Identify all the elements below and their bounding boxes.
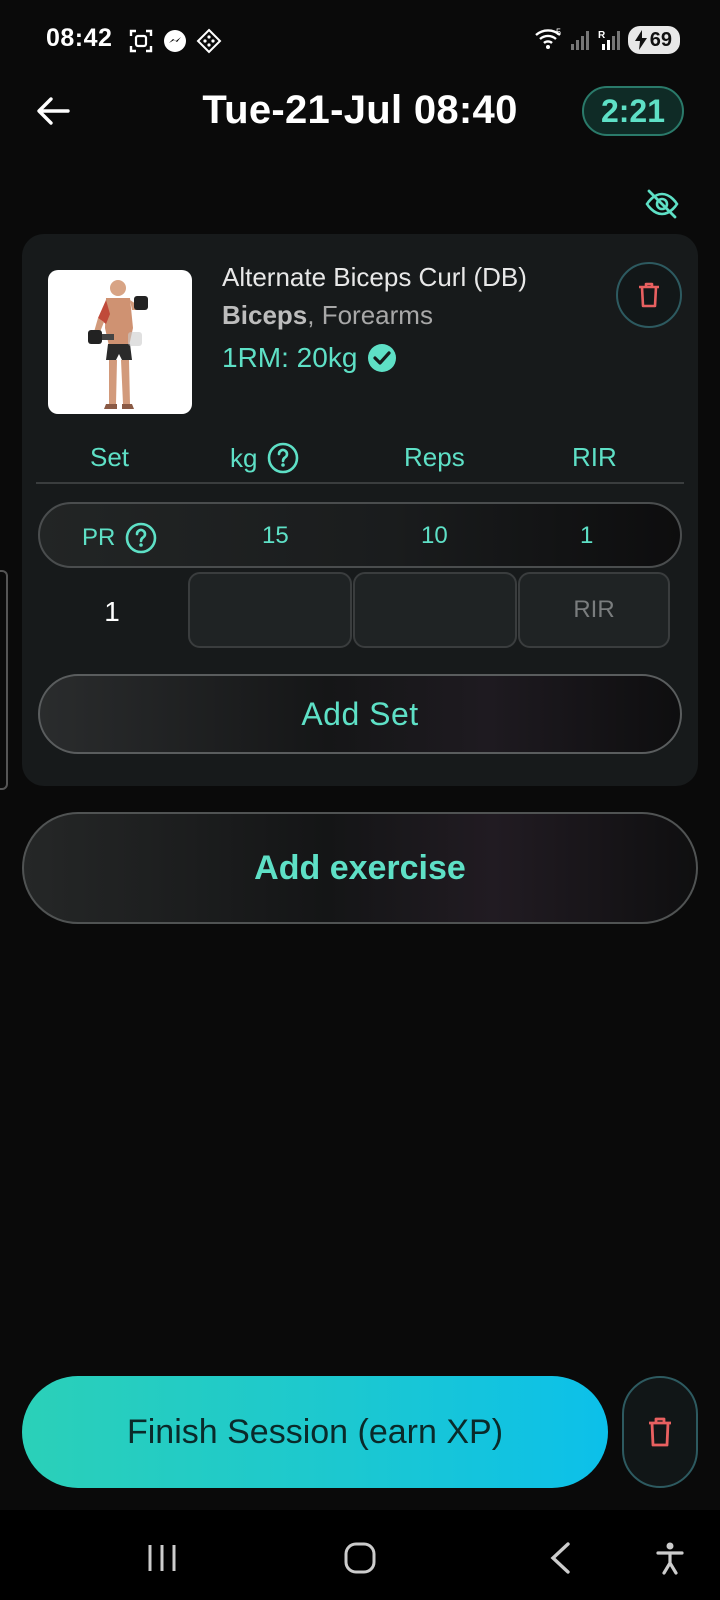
system-icons: 5 R 69 bbox=[534, 26, 680, 54]
home-button[interactable] bbox=[340, 1538, 380, 1578]
col-rir: RIR bbox=[572, 442, 617, 472]
rest-timer-badge[interactable]: 2:21 bbox=[582, 86, 684, 136]
signal-icon bbox=[570, 31, 589, 50]
wifi-icon: 5 bbox=[534, 27, 561, 49]
secondary-muscle: , Forearms bbox=[307, 300, 433, 330]
accessibility-icon bbox=[656, 1542, 684, 1575]
col-reps: Reps bbox=[404, 442, 465, 472]
delete-exercise-button[interactable] bbox=[616, 262, 682, 328]
chevron-left-icon bbox=[550, 1542, 570, 1574]
help-circle-icon[interactable] bbox=[267, 442, 299, 474]
kg-input[interactable] bbox=[188, 572, 352, 648]
add-set-button[interactable]: Add Set bbox=[38, 674, 682, 754]
reps-input[interactable] bbox=[353, 572, 517, 648]
set-table-header: Set kg Reps RIR bbox=[36, 432, 684, 484]
battery-indicator: 69 bbox=[627, 26, 680, 54]
recent-apps-button[interactable] bbox=[142, 1538, 182, 1578]
recents-icon bbox=[148, 1545, 176, 1571]
primary-muscle: Biceps bbox=[222, 300, 308, 330]
discard-session-button[interactable] bbox=[622, 1376, 698, 1488]
exercise-thumbnail[interactable] bbox=[48, 270, 192, 414]
one-rep-max-value: 1RM: 20kg bbox=[222, 342, 358, 373]
check-circle-icon bbox=[368, 344, 397, 372]
target-muscles: Biceps, Forearms bbox=[222, 300, 433, 331]
trash-icon bbox=[649, 1417, 671, 1447]
eye-off-icon bbox=[645, 189, 679, 219]
edge-panel-handle[interactable] bbox=[0, 570, 8, 790]
pr-kg: 15 bbox=[262, 522, 289, 549]
col-kg: kg bbox=[230, 442, 299, 474]
exercise-name[interactable]: Alternate Biceps Curl (DB) bbox=[222, 262, 527, 293]
screenshot-icon bbox=[129, 29, 153, 53]
col-kg-label: kg bbox=[230, 442, 258, 473]
battery-level: 69 bbox=[649, 28, 672, 51]
accessibility-button[interactable] bbox=[650, 1538, 690, 1578]
visibility-toggle[interactable] bbox=[644, 186, 680, 222]
trash-icon bbox=[639, 282, 659, 308]
status-bar: 08:42 5 R 69 bbox=[0, 0, 720, 80]
app-grid-icon bbox=[196, 28, 222, 54]
col-set: Set bbox=[90, 442, 130, 472]
session-header: Tue-21-Jul 08:40 2:21 bbox=[0, 80, 720, 144]
personal-record-row: PR 15 10 1 bbox=[38, 502, 682, 568]
exercise-card: Alternate Biceps Curl (DB) Biceps, Forea… bbox=[22, 234, 698, 786]
help-circle-icon[interactable] bbox=[125, 522, 157, 554]
pr-label: PR bbox=[82, 522, 157, 554]
system-navigation-bar bbox=[0, 1510, 720, 1600]
finish-session-button[interactable]: Finish Session (earn XP) bbox=[22, 1376, 608, 1488]
one-rep-max: 1RM: 20kg bbox=[222, 342, 397, 374]
status-time: 08:42 bbox=[46, 24, 113, 52]
home-icon bbox=[344, 1542, 376, 1574]
signal-roaming-icon: R bbox=[598, 30, 620, 50]
rir-input[interactable]: RIR bbox=[518, 572, 670, 648]
svg-text:R: R bbox=[598, 30, 606, 41]
add-exercise-button[interactable]: Add exercise bbox=[22, 812, 698, 924]
messenger-icon bbox=[164, 30, 186, 52]
svg-text:5: 5 bbox=[556, 27, 561, 37]
pr-label-text: PR bbox=[82, 524, 116, 551]
pr-rir: 1 bbox=[580, 522, 594, 549]
charging-bolt-icon bbox=[634, 30, 647, 50]
set-number: 1 bbox=[104, 596, 120, 627]
notification-icons bbox=[128, 28, 222, 54]
system-back-button[interactable] bbox=[540, 1538, 580, 1578]
pr-reps: 10 bbox=[421, 522, 448, 549]
biceps-curl-figure-icon bbox=[88, 280, 148, 409]
